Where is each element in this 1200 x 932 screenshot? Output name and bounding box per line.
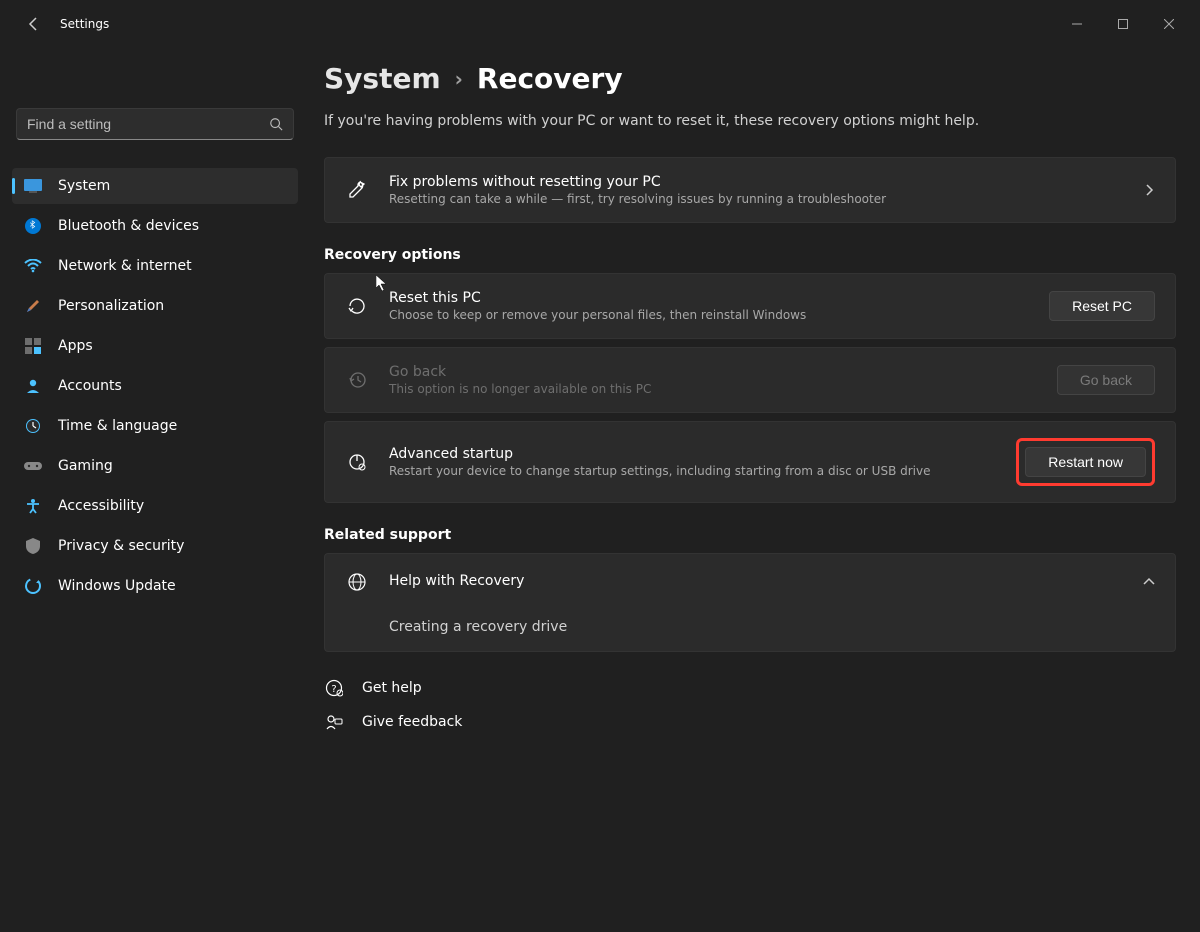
chevron-right-icon: ›: [455, 67, 463, 91]
sidebar-item-label: Time & language: [58, 418, 177, 434]
system-icon: [24, 177, 42, 195]
close-button[interactable]: [1146, 8, 1192, 40]
go-back-button: Go back: [1057, 365, 1155, 395]
close-icon: [1164, 19, 1174, 29]
sidebar-item-label: Windows Update: [58, 578, 176, 594]
accessibility-icon: [24, 497, 42, 515]
wifi-icon: [24, 257, 42, 275]
minimize-button[interactable]: [1054, 8, 1100, 40]
sidebar-item-update[interactable]: Windows Update: [12, 568, 298, 604]
sidebar-item-accessibility[interactable]: Accessibility: [12, 488, 298, 524]
back-button[interactable]: [16, 6, 52, 42]
sidebar-item-bluetooth[interactable]: Bluetooth & devices: [12, 208, 298, 244]
feedback-icon: [324, 712, 344, 732]
sidebar-item-label: Network & internet: [58, 258, 192, 274]
search-icon: [269, 117, 283, 131]
window-title: Settings: [60, 17, 109, 31]
arrow-left-icon: [26, 16, 42, 32]
fix-title: Fix problems without resetting your PC: [389, 174, 1143, 190]
feedback-link[interactable]: Give feedback: [324, 712, 1176, 732]
sidebar-item-system[interactable]: System: [12, 168, 298, 204]
get-help-label: Get help: [362, 680, 422, 696]
advanced-startup-card: Advanced startup Restart your device to …: [324, 421, 1176, 503]
breadcrumb-root[interactable]: System: [324, 62, 441, 95]
power-gear-icon: [345, 450, 369, 474]
gamepad-icon: [24, 457, 42, 475]
shield-icon: [24, 537, 42, 555]
bluetooth-icon: [24, 217, 42, 235]
page-intro: If you're having problems with your PC o…: [324, 113, 1176, 129]
advanced-title: Advanced startup: [389, 446, 1008, 462]
sidebar-item-privacy[interactable]: Privacy & security: [12, 528, 298, 564]
sidebar-item-label: Apps: [58, 338, 93, 354]
sidebar-item-label: Privacy & security: [58, 538, 184, 554]
apps-icon: [24, 337, 42, 355]
help-icon: ?: [324, 678, 344, 698]
breadcrumb: System › Recovery: [324, 62, 1176, 95]
sidebar-item-label: Accounts: [58, 378, 122, 394]
sidebar-item-network[interactable]: Network & internet: [12, 248, 298, 284]
goback-title: Go back: [389, 364, 1057, 380]
get-help-link[interactable]: ? Get help: [324, 678, 1176, 698]
help-recovery-title: Help with Recovery: [389, 573, 1143, 589]
chevron-up-icon: [1143, 576, 1155, 588]
wrench-icon: [345, 178, 369, 202]
sidebar-item-personalization[interactable]: Personalization: [12, 288, 298, 324]
globe-icon: [345, 570, 369, 594]
goback-desc: This option is no longer available on th…: [389, 382, 1057, 396]
person-icon: [24, 377, 42, 395]
reset-icon: [345, 294, 369, 318]
update-icon: [24, 577, 42, 595]
sidebar-item-time[interactable]: Time & language: [12, 408, 298, 444]
reset-desc: Choose to keep or remove your personal f…: [389, 308, 1049, 322]
sidebar-item-label: Bluetooth & devices: [58, 218, 199, 234]
maximize-icon: [1118, 19, 1128, 29]
highlight-box: Restart now: [1016, 438, 1155, 486]
advanced-desc: Restart your device to change startup se…: [389, 464, 1008, 478]
chevron-right-icon: [1143, 184, 1155, 196]
reset-pc-card: Reset this PC Choose to keep or remove y…: [324, 273, 1176, 339]
svg-text:?: ?: [331, 684, 336, 695]
search-input-wrap[interactable]: [16, 108, 294, 140]
sidebar-item-label: Gaming: [58, 458, 113, 474]
minimize-icon: [1072, 19, 1082, 29]
sidebar-item-label: Personalization: [58, 298, 164, 314]
paintbrush-icon: [24, 297, 42, 315]
create-recovery-drive-link[interactable]: Creating a recovery drive: [324, 603, 1176, 652]
feedback-label: Give feedback: [362, 714, 462, 730]
reset-pc-button[interactable]: Reset PC: [1049, 291, 1155, 321]
sidebar-item-gaming[interactable]: Gaming: [12, 448, 298, 484]
sidebar-item-apps[interactable]: Apps: [12, 328, 298, 364]
history-icon: [345, 368, 369, 392]
recovery-options-heading: Recovery options: [324, 247, 1176, 263]
breadcrumb-current: Recovery: [477, 62, 623, 95]
reset-title: Reset this PC: [389, 290, 1049, 306]
sidebar-item-label: System: [58, 178, 110, 194]
restart-now-button[interactable]: Restart now: [1025, 447, 1146, 477]
fix-problems-card[interactable]: Fix problems without resetting your PC R…: [324, 157, 1176, 223]
maximize-button[interactable]: [1100, 8, 1146, 40]
search-input[interactable]: [27, 116, 269, 132]
fix-desc: Resetting can take a while — first, try …: [389, 192, 1143, 206]
clock-icon: [24, 417, 42, 435]
sidebar-item-accounts[interactable]: Accounts: [12, 368, 298, 404]
sidebar-item-label: Accessibility: [58, 498, 144, 514]
go-back-card: Go back This option is no longer availab…: [324, 347, 1176, 413]
related-support-heading: Related support: [324, 527, 1176, 543]
